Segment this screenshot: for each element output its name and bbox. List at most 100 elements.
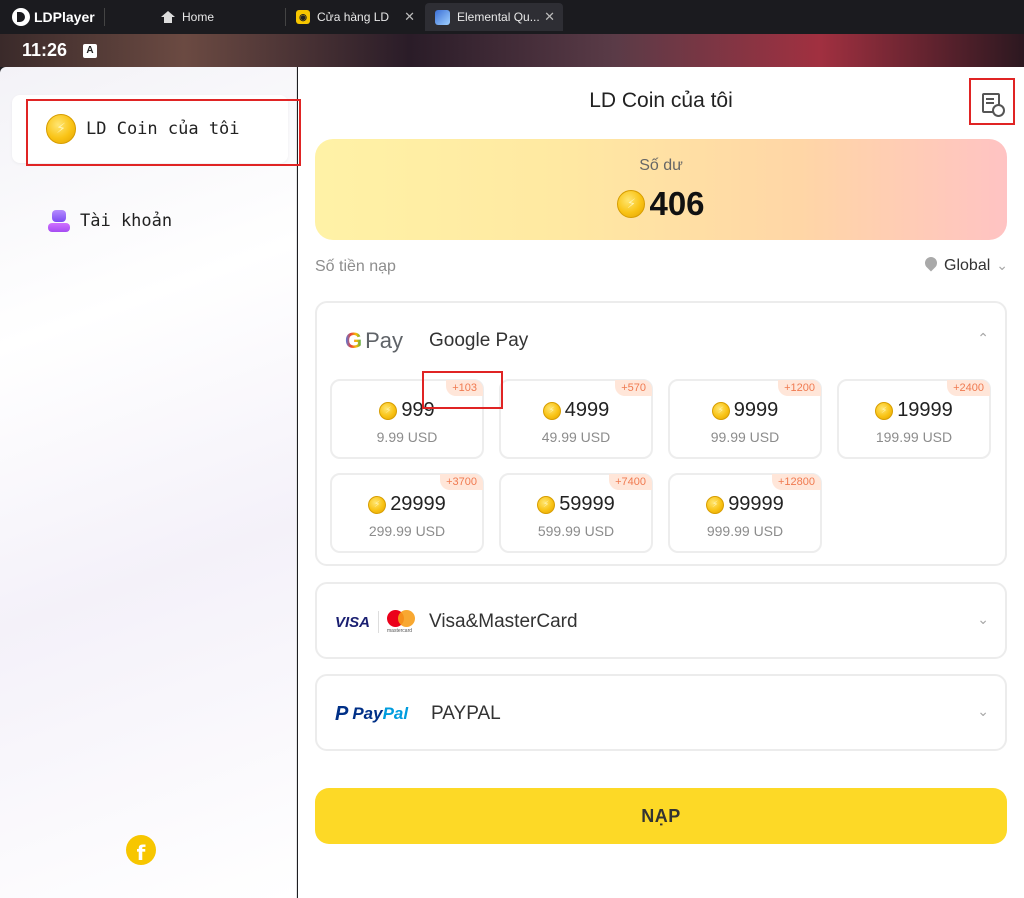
visa-mastercard-header[interactable]: VISA mastercard Visa&MasterCard ⌄ [317, 584, 1005, 660]
chevron-down-icon: ⌄ [977, 612, 989, 628]
package-price: 49.99 USD [541, 429, 611, 445]
page-title: LD Coin của tôi [589, 89, 733, 112]
package-coins: 59999 [559, 493, 615, 515]
package-coins: 99999 [728, 493, 784, 515]
chevron-down-icon: ⌄ [996, 258, 1008, 274]
divider [378, 611, 380, 633]
package-coins-row: 19999 [839, 399, 989, 422]
app-titlebar: LDPlayer Home ◉ Cửa hàng LD ✕ Elemental … [0, 0, 1024, 34]
balance-value: 406 [649, 185, 705, 222]
paypal-wordmark-pal: Pal [382, 704, 409, 723]
package-99999[interactable]: +12800 99999 999.99 USD [668, 473, 822, 553]
home-icon [161, 11, 175, 23]
highlight-box [26, 99, 301, 166]
package-29999[interactable]: +3700 29999 299.99 USD [330, 473, 484, 553]
paypal-wordmark: PayPal [352, 704, 408, 724]
package-bonus: +1200 [778, 380, 821, 396]
facebook-icon[interactable]: f [126, 835, 156, 865]
package-coins-row: 4999 [501, 399, 651, 422]
package-coins: 19999 [897, 399, 953, 421]
google-g-logo: G [345, 328, 363, 353]
sidebar-item-label: Tài khoản [80, 211, 173, 231]
status-time: 11:26 [22, 40, 68, 60]
google-pay-logo: G Pay [345, 328, 425, 354]
package-price: 9.99 USD [376, 429, 438, 445]
package-coins-row: 59999 [501, 493, 651, 516]
paypal-wordmark-pay: Pay [352, 704, 383, 723]
visa-mastercard-logo: VISA mastercard [335, 610, 429, 634]
package-price: 99.99 USD [710, 429, 780, 445]
package-coins-row: 99999 [670, 493, 820, 516]
paypal-p-icon: P [335, 702, 349, 725]
sidebar-item-account[interactable]: Tài khoản [12, 187, 288, 255]
amount-label: Số tiền nạp [315, 258, 396, 275]
tab-elemental-quest[interactable]: Elemental Qu... ✕ [425, 3, 563, 31]
brand-name: LDPlayer [34, 9, 95, 25]
region-selector[interactable]: Global ⌄ [924, 257, 1008, 275]
package-bonus: +570 [615, 380, 652, 396]
coin-icon [617, 190, 646, 218]
android-status-bar: 11:26 A [0, 34, 1024, 67]
package-coins: 29999 [390, 493, 446, 515]
main-panel: LD Coin của tôi Số dư 406 Số tiền nạp Gl… [298, 67, 1024, 898]
top-up-button[interactable]: NẠP [315, 788, 1007, 844]
location-pin-icon [924, 257, 938, 275]
close-icon[interactable]: ✕ [404, 9, 415, 25]
keyboard-indicator-icon: A [83, 43, 98, 58]
coin-icon [875, 401, 894, 420]
package-coins: 9999 [733, 399, 779, 421]
tab-home[interactable]: Home [105, 3, 285, 31]
package-bonus: +12800 [771, 474, 821, 490]
package-price: 999.99 USD [706, 523, 784, 539]
coin-icon [368, 495, 387, 514]
package-9999[interactable]: +1200 9999 99.99 USD [668, 379, 822, 459]
package-price: 299.99 USD [368, 523, 446, 539]
tab-home-label: Home [182, 10, 215, 24]
game-icon [435, 9, 450, 25]
coin-icon [711, 401, 730, 420]
payment-method-name: PAYPAL [431, 703, 501, 724]
package-bonus: +7400 [609, 474, 652, 490]
google-pay-header[interactable]: G Pay Google Pay ⌃ [317, 303, 1005, 379]
highlight-box [422, 371, 503, 409]
mastercard-logo-icon: mastercard [387, 610, 417, 634]
package-price: 199.99 USD [875, 429, 953, 445]
gpay-wordmark: Pay [365, 328, 404, 353]
balance-row: 406 [315, 185, 1007, 223]
coin-icon [379, 401, 398, 420]
visa-logo: VISA [335, 613, 371, 631]
region-value: Global [944, 257, 991, 274]
ldplayer-logo-icon [12, 8, 30, 26]
mastercard-wordmark: mastercard [387, 628, 413, 634]
payment-method-google-pay: G Pay Google Pay ⌃ +103 999 9.99 USD +57… [315, 301, 1007, 566]
gamepad-icon: ◉ [296, 10, 310, 24]
payment-method-name: Visa&MasterCard [429, 611, 578, 632]
balance-card: Số dư 406 [315, 139, 1007, 240]
payment-method-visa-mastercard[interactable]: VISA mastercard Visa&MasterCard ⌄ [315, 582, 1007, 659]
package-59999[interactable]: +7400 59999 599.99 USD [499, 473, 653, 553]
tab-ld-store[interactable]: ◉ Cửa hàng LD ✕ [286, 3, 423, 31]
package-19999[interactable]: +2400 19999 199.99 USD [837, 379, 991, 459]
package-coins-row: 29999 [332, 493, 482, 516]
package-coins: 4999 [564, 399, 610, 421]
balance-label: Số dư [639, 157, 683, 174]
chevron-down-icon: ⌄ [977, 704, 989, 720]
chevron-up-icon: ⌃ [977, 331, 989, 347]
payment-method-name: Google Pay [429, 330, 529, 351]
paypal-header[interactable]: P PayPal PAYPAL ⌄ [317, 676, 1005, 752]
ldplayer-brand: LDPlayer [0, 8, 104, 26]
package-coins-row: 9999 [670, 399, 820, 422]
close-icon[interactable]: ✕ [544, 9, 555, 25]
coin-icon [542, 401, 561, 420]
package-4999[interactable]: +570 4999 49.99 USD [499, 379, 653, 459]
coin-icon [706, 495, 725, 514]
sidebar: LD Coin của tôi Tài khoản f [0, 67, 297, 898]
highlight-box [969, 78, 1015, 125]
package-price: 599.99 USD [537, 523, 615, 539]
account-icon [48, 210, 70, 232]
payment-method-paypal[interactable]: P PayPal PAYPAL ⌄ [315, 674, 1007, 751]
coin-icon [537, 495, 556, 514]
paypal-logo: P PayPal [335, 703, 431, 726]
tab-store-label: Cửa hàng LD [317, 10, 390, 24]
package-bonus: +3700 [440, 474, 483, 490]
